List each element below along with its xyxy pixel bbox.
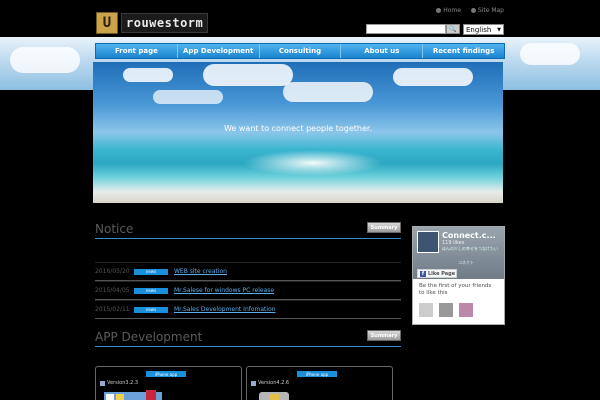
facebook-icon: f <box>420 270 426 277</box>
hero-banner: We want to connect people together. <box>93 62 503 203</box>
bullet-icon <box>470 8 476 13</box>
app-card[interactable]: iPhone app Version3.2.3 <box>95 366 242 400</box>
nav-tab-about-us[interactable]: About us <box>341 44 424 58</box>
avatar[interactable] <box>459 303 473 317</box>
facebook-friends-text: Be the first of your friends to like thi… <box>419 283 492 296</box>
cloud-decoration <box>520 43 580 65</box>
chevron-down-icon: ▼ <box>497 26 501 33</box>
site-logo[interactable]: U rouwestorm <box>96 12 209 34</box>
notice-list: 2016/05/20 news WEB site creation 2015/0… <box>95 262 401 319</box>
facebook-profile-picture[interactable] <box>417 231 439 253</box>
avatar[interactable] <box>419 303 433 317</box>
wave-foam-decoration <box>243 150 383 176</box>
news-link[interactable]: Mr.Salese for windows PC release <box>174 287 274 294</box>
search-box: 🔍 <box>366 24 460 34</box>
news-date: 2015/02/11 <box>95 306 130 313</box>
logo-mark-icon: U <box>96 12 118 34</box>
top-link-sitemap[interactable]: Site Map <box>470 7 504 14</box>
avatar[interactable] <box>439 303 453 317</box>
top-link-sitemap-label: Site Map <box>477 7 504 14</box>
apps-summary-button[interactable]: Summary <box>367 330 401 341</box>
top-link-home-label: Home <box>443 7 461 14</box>
nav-tab-recent-findings[interactable]: Recent findings <box>423 44 504 58</box>
bullet-icon <box>436 8 442 13</box>
search-input[interactable] <box>366 24 446 34</box>
app-thumbnail-image <box>100 388 162 400</box>
app-version-label: Version4.2.6 <box>258 380 290 386</box>
list-item: 2016/05/20 news WEB site creation <box>95 262 401 281</box>
news-badge: news <box>134 306 168 313</box>
app-thumbnail-image <box>251 388 313 400</box>
facebook-like-button-label: Like Page <box>428 270 456 277</box>
apps-divider <box>95 346 401 347</box>
news-link[interactable]: WEB site creation <box>174 268 227 275</box>
app-type-badge: iPhone app <box>146 371 186 377</box>
hero-tagline: We want to connect people together. <box>223 124 373 133</box>
notice-summary-button[interactable]: Summary <box>367 222 401 233</box>
facebook-mini-label: コネクト <box>458 260 474 265</box>
list-item: 2015/02/11 news Mr.Sales Development Inf… <box>95 300 401 319</box>
top-links: Home Site Map <box>436 7 504 14</box>
nav-tab-front-page[interactable]: Front page <box>96 44 178 58</box>
facebook-page-widget: Connect.c... 119 likes ほんの少しの幸せをつなげたい コネ… <box>412 226 505 325</box>
facebook-page-name[interactable]: Connect.c... <box>442 231 496 240</box>
app-version: Version3.2.3 <box>100 380 138 386</box>
nav-tab-app-development[interactable]: App Development <box>178 44 260 58</box>
app-icon <box>100 380 105 386</box>
app-type-badge: iPhone app <box>297 371 337 377</box>
apps-title: APP Development <box>95 330 203 344</box>
logo-text: rouwestorm <box>121 13 209 33</box>
cloud-decoration <box>153 90 223 104</box>
list-item: 2015/04/05 news Mr.Salese for windows PC… <box>95 281 401 300</box>
top-link-home[interactable]: Home <box>436 7 461 14</box>
search-button[interactable]: 🔍 <box>446 24 460 34</box>
language-select-value: English <box>466 25 492 34</box>
cloud-decoration <box>10 47 80 73</box>
app-card[interactable]: iPhone app Version4.2.6 <box>246 366 393 400</box>
notice-divider <box>95 238 401 239</box>
facebook-friend-faces <box>413 301 504 319</box>
news-date: 2015/04/05 <box>95 287 130 294</box>
cloud-decoration <box>123 68 173 82</box>
news-link[interactable]: Mr.Sales Development Infomation <box>174 306 276 313</box>
language-select[interactable]: English ▼ <box>463 24 504 35</box>
app-version-label: Version3.2.3 <box>107 380 139 386</box>
cloud-decoration <box>393 68 473 86</box>
facebook-cover: Connect.c... 119 likes ほんの少しの幸せをつなげたい コネ… <box>413 227 504 279</box>
cloud-decoration <box>283 82 373 102</box>
notice-title: Notice <box>95 222 134 236</box>
app-icon <box>251 380 256 386</box>
facebook-like-button[interactable]: f Like Page <box>417 269 457 278</box>
news-badge: news <box>134 268 168 275</box>
cloud-decoration <box>203 64 293 86</box>
app-version: Version4.2.6 <box>251 380 289 386</box>
news-date: 2016/05/20 <box>95 268 130 275</box>
nav-tab-consulting[interactable]: Consulting <box>260 44 342 58</box>
main-navigation: Front page App Development Consulting Ab… <box>95 43 505 59</box>
news-badge: news <box>134 287 168 294</box>
facebook-page-subtitle: ほんの少しの幸せをつなげたい <box>442 246 498 251</box>
